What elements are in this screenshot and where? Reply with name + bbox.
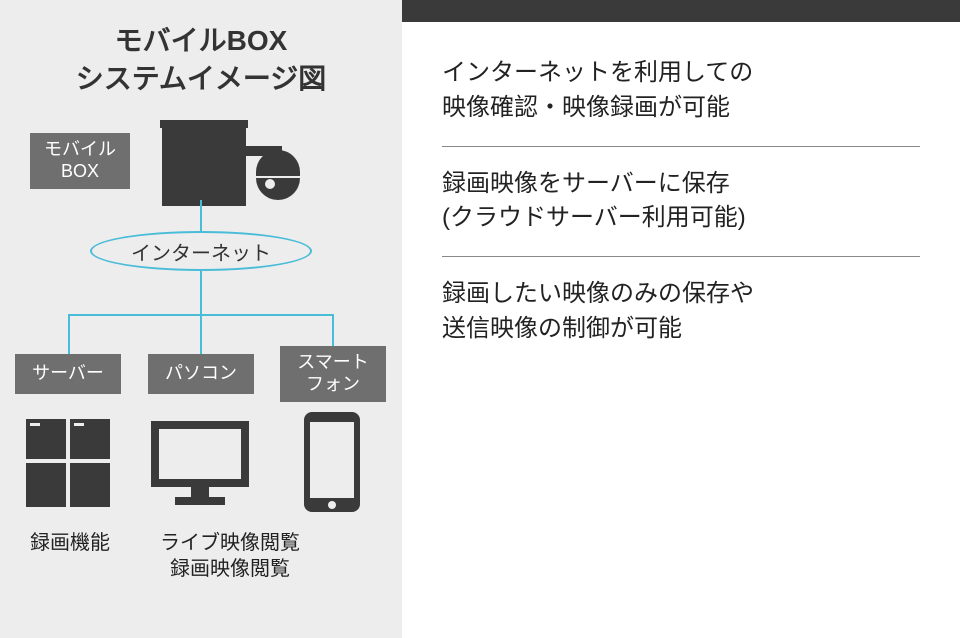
pc-monitor-icon [140,408,260,518]
label-pc: パソコン [148,354,254,394]
feature-1-l2: 映像確認・映像録画が可能 [442,94,730,121]
caption-server-text: 録画機能 [30,532,110,554]
feature-1: インターネットを利用しての 映像確認・映像録画が可能 [442,56,920,126]
label-smartphone: スマート フォン [280,346,386,402]
feature-2-l1: 録画映像をサーバーに保存 [442,170,730,197]
title-line2: システムイメージ図 [76,63,327,94]
feature-1-l1: インターネットを利用しての [442,59,753,86]
feature-3-l1: 録画したい映像のみの保存や [442,280,754,307]
feature-divider [442,256,920,257]
connector-line [200,314,202,354]
internet-label: インターネット [131,237,271,266]
connector-line [200,270,202,315]
feature-divider [442,146,920,147]
label-mobilebox: モバイル BOX [30,133,130,189]
smartphone-icon [272,408,392,518]
caption-pc: ライブ映像閲覧 録画映像閲覧 [130,530,330,582]
label-server: サーバー [15,354,121,394]
label-phone-l1: スマート [297,352,368,372]
caption-pc-l2: 録画映像閲覧 [170,558,290,580]
caption-pc-l1: ライブ映像閲覧 [160,532,300,554]
feature-3-l2: 送信映像の制御が可能 [442,315,682,342]
internet-node: インターネット [90,231,312,271]
label-phone-l2: フォン [306,374,360,394]
label-pc-text: パソコン [165,363,237,385]
label-mobilebox-l2: BOX [61,161,99,181]
mobilebox-device-icon [150,112,310,222]
caption-server: 録画機能 [0,530,140,556]
server-icon [8,408,128,518]
feature-2-l2: (クラウドサーバー利用可能) [442,204,746,231]
diagram-title: モバイルBOX システムイメージ図 [0,0,402,98]
feature-2: 録画映像をサーバーに保存 (クラウドサーバー利用可能) [442,167,920,237]
feature-3: 録画したい映像のみの保存や 送信映像の制御が可能 [442,277,920,347]
label-mobilebox-l1: モバイル [44,139,116,159]
features-panel: インターネットを利用しての 映像確認・映像録画が可能 録画映像をサーバーに保存 … [402,0,960,638]
title-line1: モバイルBOX [115,25,288,56]
label-server-text: サーバー [32,363,104,385]
diagram-panel: モバイルBOX システムイメージ図 モバイル BOX インターネット [0,0,402,638]
connector-line [200,200,202,234]
header-band [402,0,960,22]
connector-line [68,314,70,354]
